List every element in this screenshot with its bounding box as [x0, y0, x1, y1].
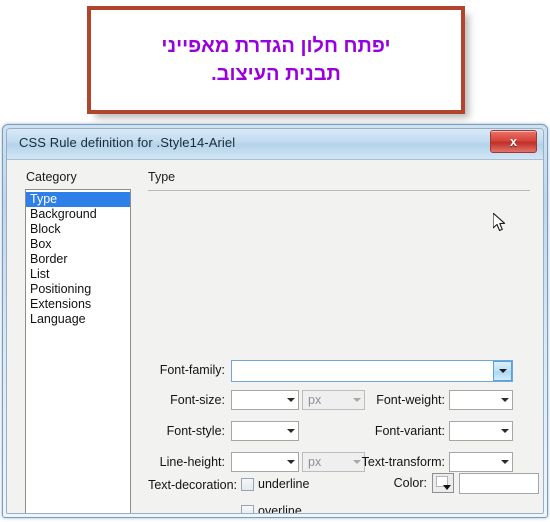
chevron-down-icon: [501, 398, 509, 402]
font-family-input[interactable]: [231, 360, 513, 382]
checkbox-underline[interactable]: [241, 478, 254, 491]
close-icon: x: [509, 134, 518, 149]
checkbox-overline[interactable]: [241, 505, 254, 513]
color-label: Color:: [393, 476, 427, 490]
line-height-combo[interactable]: [231, 452, 299, 472]
font-style-combo[interactable]: [231, 421, 299, 441]
dialog-client-area: Category Type Type Background Block Box …: [7, 160, 543, 513]
close-button[interactable]: x: [490, 130, 537, 153]
chevron-down-icon: [498, 369, 507, 373]
type-properties-form: Font-family: Font-size: px Font-weight: …: [7, 160, 543, 513]
chevron-down-icon: [287, 429, 295, 433]
text-decoration-label: Text-decoration:: [148, 478, 237, 492]
dialog-inner-frame: CSS Rule definition for .Style14-Ariel x…: [6, 128, 544, 514]
checkbox-underline-label: underline: [258, 477, 310, 491]
font-style-label: Font-style:: [166, 424, 225, 438]
color-input[interactable]: [459, 473, 539, 494]
font-family-dropdown-button[interactable]: [493, 361, 512, 381]
instruction-callout: יפתח חלון הגדרת מאפייני תבנית העיצוב.: [87, 6, 465, 114]
font-weight-label: Font-weight:: [376, 393, 445, 407]
font-variant-label: Font-variant:: [374, 424, 445, 438]
font-variant-combo[interactable]: [449, 421, 513, 441]
dialog-title: CSS Rule definition for .Style14-Ariel: [19, 135, 236, 150]
instruction-callout-text: יפתח חלון הגדרת מאפייני תבנית העיצוב.: [161, 35, 391, 85]
font-size-unit-combo[interactable]: px: [302, 390, 365, 410]
font-weight-combo[interactable]: [449, 390, 513, 410]
font-family-label: Font-family:: [159, 363, 225, 377]
chevron-down-icon: [501, 429, 509, 433]
css-rule-definition-dialog: CSS Rule definition for .Style14-Ariel x…: [2, 124, 548, 518]
chevron-down-icon: [443, 485, 451, 490]
font-size-combo[interactable]: [231, 390, 299, 410]
chevron-down-icon: [287, 398, 295, 402]
line-height-label: Line-height:: [159, 455, 225, 469]
text-transform-label: Text-transform:: [361, 455, 445, 469]
font-size-unit-value: px: [308, 393, 322, 407]
checkbox-overline-label: overline: [258, 504, 302, 514]
font-family-combo[interactable]: [231, 360, 513, 382]
chevron-down-icon: [287, 460, 295, 464]
font-size-label: Font-size:: [170, 393, 225, 407]
dialog-titlebar: CSS Rule definition for .Style14-Ariel x: [7, 129, 543, 160]
text-transform-combo[interactable]: [449, 452, 513, 472]
line-height-unit-value: px: [308, 455, 322, 469]
chevron-down-icon: [501, 460, 509, 464]
color-picker-button[interactable]: [432, 473, 454, 493]
